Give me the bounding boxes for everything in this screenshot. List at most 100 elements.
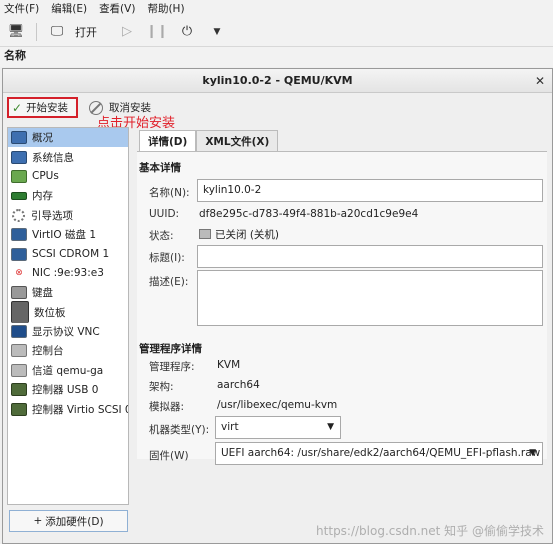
close-icon[interactable]: ✕ (532, 73, 548, 89)
sidebar-item-keyboard[interactable]: 键盘 (8, 283, 128, 302)
sidebar-item-memory[interactable]: 内存 (8, 186, 128, 205)
watermark: https://blog.csdn.net 知乎 @偷偷学技术 (316, 524, 544, 538)
machine-type-label: 机器类型(Y): (149, 424, 210, 436)
sidebar-item-label: 键盘 (32, 287, 53, 300)
open-console-icon[interactable]: 🖵 (45, 22, 69, 42)
architecture-value: aarch64 (217, 379, 260, 391)
sidebar-item-label: CPUs (32, 170, 59, 183)
sidebar-item-tablet[interactable]: 数位板 (8, 301, 128, 324)
display-icon (11, 325, 27, 339)
firmware-label: 固件(W) (149, 450, 189, 462)
hypervisor-details-title: 管理程序详情 (139, 343, 202, 355)
sidebar-item-console[interactable]: 控制台 (8, 341, 128, 360)
basic-details-title: 基本详情 (139, 162, 181, 174)
sidebar-item-label: 引导选项 (31, 209, 73, 222)
new-vm-icon[interactable]: 🖥 (4, 22, 28, 42)
menu-file[interactable]: 文件(F) (4, 1, 39, 16)
sidebar-item-label: VirtIO 磁盘 1 (32, 229, 97, 242)
add-hardware-label: 添加硬件(D) (45, 515, 104, 528)
firmware-select[interactable]: UEFI aarch64: /usr/share/edk2/aarch64/QE… (215, 442, 543, 465)
state-label: 状态: (149, 230, 174, 242)
description-field[interactable] (197, 270, 543, 326)
controller-icon (11, 402, 27, 416)
power-icon[interactable]: ⏻ (175, 22, 199, 42)
architecture-label: 架构: (149, 381, 174, 393)
state-value: 已关闭 (关机) (199, 227, 279, 242)
sidebar-item-label: NIC :9e:93:e3 (32, 267, 104, 280)
cdrom-icon (11, 247, 27, 261)
sidebar-item-cpus[interactable]: CPUs (8, 167, 128, 186)
firmware-value: UEFI aarch64: /usr/share/edk2/aarch64/QE… (221, 447, 541, 459)
sidebar-item-label: 控制台 (32, 345, 64, 358)
memory-icon (11, 191, 27, 200)
machine-type-value: virt (221, 421, 239, 433)
state-text: 已关闭 (关机) (215, 229, 280, 241)
sidebar-item-label: 内存 (32, 190, 53, 203)
open-button[interactable]: 打开 (75, 24, 97, 40)
machine-type-select[interactable]: virt ▼ (215, 416, 341, 439)
toolbar-separator (36, 22, 37, 41)
play-icon[interactable]: ▷ (115, 22, 139, 42)
sidebar-item-label: 信道 qemu-ga (32, 364, 104, 377)
hypervisor-label: 管理程序: (149, 361, 195, 373)
detail-tabs: 详情(D) XML文件(X) (139, 130, 279, 152)
chevron-down-icon: ▼ (327, 422, 334, 432)
emulator-label: 模拟器: (149, 401, 185, 413)
dialog-title: kylin10.0-2 - QEMU/KVM (3, 69, 552, 93)
toolbar: 🖥 🖵 打开 ▷ ❙❙ ⏻ ▼ (0, 17, 553, 47)
begin-install-label: 开始安装 (26, 102, 69, 114)
tablet-icon (11, 301, 29, 324)
controller-icon (11, 383, 27, 397)
sidebar-item-display-vnc[interactable]: 显示协议 VNC (8, 322, 128, 341)
sidebar-item-label: SCSI CDROM 1 (32, 248, 110, 261)
title-label: 标题(I): (149, 252, 185, 264)
sidebar-item-label: 显示协议 VNC (32, 326, 100, 339)
sidebar-item-nic[interactable]: ⊗ NIC :9e:93:e3 (8, 264, 128, 283)
menu-view[interactable]: 查看(V) (99, 1, 135, 16)
uuid-value: df8e295c-d783-49f4-881b-a20cd1c9e9e4 (199, 208, 419, 220)
monitor-icon (11, 131, 27, 145)
sidebar-item-scsi-controller[interactable]: 控制器 Virtio SCSI 0 (8, 399, 128, 418)
description-label: 描述(E): (149, 276, 189, 288)
sidebar-item-usb-controller[interactable]: 控制器 USB 0 (8, 380, 128, 399)
console-icon (11, 344, 27, 358)
sidebar-item-overview[interactable]: 概况 (8, 128, 128, 148)
power-menu-chevron-icon[interactable]: ▼ (205, 22, 229, 42)
sidebar-item-label: 控制器 Virtio SCSI 0 (32, 403, 129, 416)
tab-details[interactable]: 详情(D) (139, 130, 197, 152)
list-header: 名称 (0, 47, 553, 67)
sidebar-item-label: 控制器 USB 0 (32, 384, 99, 397)
sidebar-item-scsi-cdrom[interactable]: SCSI CDROM 1 (8, 244, 128, 263)
name-field[interactable]: kylin10.0-2 (197, 179, 543, 202)
cpu-icon (11, 169, 27, 183)
nic-icon: ⊗ (15, 267, 23, 278)
sidebar-item-channel[interactable]: 信道 qemu-ga (8, 361, 128, 380)
tab-xml[interactable]: XML文件(X) (196, 130, 279, 152)
hardware-list: 概况 系统信息 CPUs 内存 引导选项 VirtIO 磁盘 1 SCSI CD… (7, 127, 129, 505)
details-panel: 基本详情 名称(N): kylin10.0-2 UUID: df8e295c-d… (137, 151, 547, 465)
pause-icon[interactable]: ❙❙ (145, 22, 169, 42)
sidebar-item-system-info[interactable]: 系统信息 (8, 147, 128, 166)
keyboard-icon (11, 286, 27, 300)
vm-details-dialog: kylin10.0-2 - QEMU/KVM ✕ ✓ 开始安装 取消安装 点击开… (2, 68, 553, 544)
disk-icon (11, 228, 27, 242)
begin-install-button[interactable]: ✓ 开始安装 (7, 97, 78, 118)
hypervisor-value: KVM (217, 359, 241, 371)
sidebar-item-boot-options[interactable]: 引导选项 (8, 206, 128, 225)
title-field[interactable] (197, 245, 543, 268)
shutoff-icon (199, 229, 211, 239)
sidebar-item-virtio-disk[interactable]: VirtIO 磁盘 1 (8, 225, 128, 244)
info-icon (11, 150, 27, 164)
plus-icon: + (33, 515, 43, 527)
menu-edit[interactable]: 编辑(E) (51, 1, 87, 16)
menubar: 文件(F) 编辑(E) 查看(V) 帮助(H) (0, 0, 553, 17)
sidebar-item-label: 系统信息 (32, 151, 74, 164)
chevron-down-icon: ▼ (529, 448, 536, 458)
channel-icon (11, 363, 27, 377)
gear-icon (12, 208, 25, 222)
add-hardware-button[interactable]: + 添加硬件(D) (9, 510, 128, 532)
menu-help[interactable]: 帮助(H) (147, 1, 184, 16)
sidebar-item-label: 概况 (32, 132, 53, 145)
checkmark-icon: ✓ (12, 100, 23, 115)
sidebar-item-label: 数位板 (34, 306, 66, 319)
